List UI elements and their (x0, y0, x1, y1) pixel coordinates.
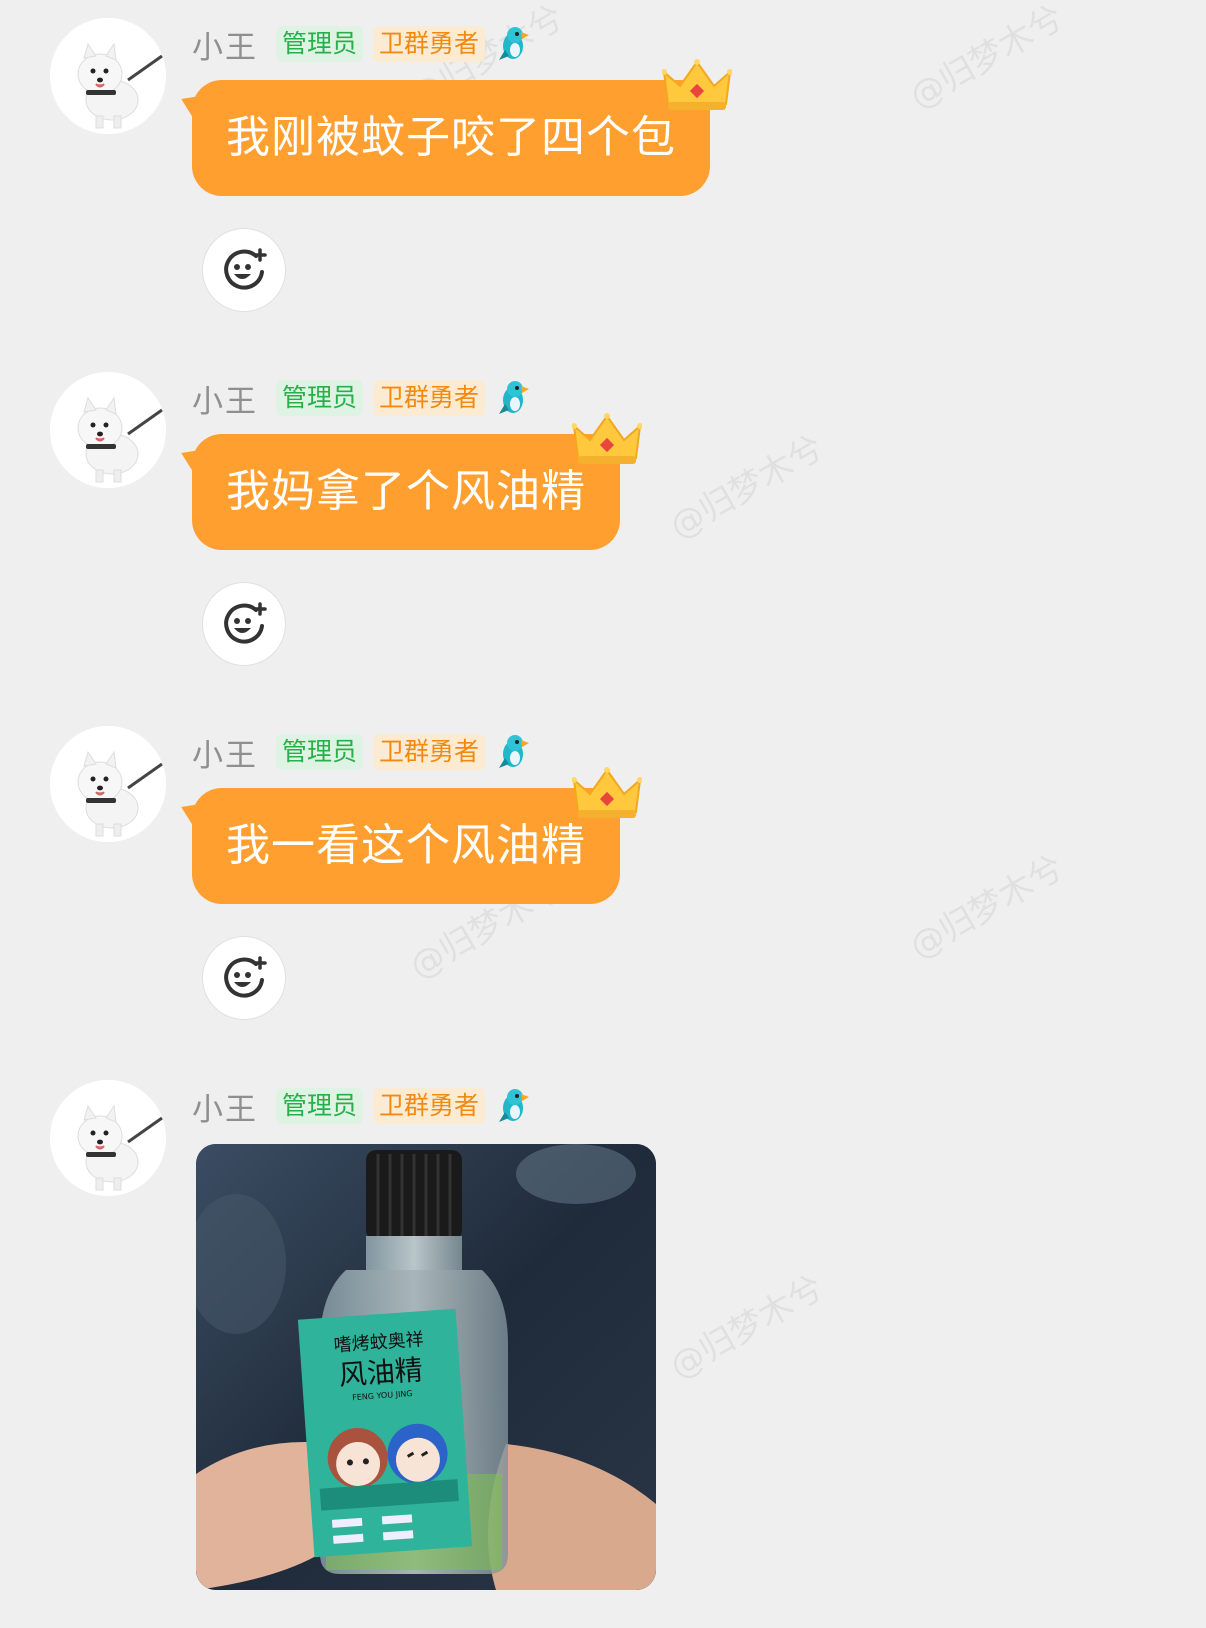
add-reaction-button[interactable] (202, 582, 286, 666)
samoyed-dog-avatar-icon (50, 726, 166, 842)
watermark: @归梦木兮 (903, 847, 1071, 968)
parrot-icon (499, 1089, 530, 1122)
avatar[interactable] (50, 372, 166, 488)
message-text: 我一看这个风油精 (226, 820, 586, 871)
samoyed-dog-avatar-icon (50, 18, 166, 134)
message-bubble[interactable]: 我妈拿了个风油精 (192, 413, 642, 550)
crown-icon (662, 59, 732, 110)
hero-badge: 卫群勇者 (373, 1088, 486, 1124)
crown-icon (572, 413, 642, 464)
add-reaction-button[interactable] (202, 936, 286, 1020)
avatar[interactable] (50, 18, 166, 134)
admin-badge: 管理员 (276, 734, 364, 770)
watermark: @归梦木兮 (663, 1267, 831, 1388)
hero-badge: 卫群勇者 (373, 380, 486, 416)
hero-badge: 卫群勇者 (373, 734, 486, 770)
sender-name[interactable]: 小王 (192, 1084, 258, 1129)
hero-badge: 卫群勇者 (373, 26, 486, 62)
crown-icon (572, 767, 642, 818)
image-message[interactable]: 嗜烤蚊奥祥 风油精 FENG YOU JING (196, 1144, 656, 1590)
add-emoji-icon (224, 956, 267, 998)
watermark: @归梦木兮 (903, 0, 1071, 118)
sender-info: 小王 管理员 卫群勇者 (192, 22, 533, 67)
samoyed-dog-avatar-icon (50, 372, 166, 488)
sender-name[interactable]: 小王 (192, 22, 258, 67)
watermark: @归梦木兮 (663, 427, 831, 548)
admin-badge: 管理员 (276, 26, 364, 62)
admin-badge: 管理员 (276, 380, 364, 416)
message-text: 我刚被蚊子咬了四个包 (226, 112, 676, 163)
parrot-icon (499, 735, 530, 768)
parrot-icon (499, 381, 530, 414)
avatar[interactable] (50, 1080, 166, 1196)
message-bubble[interactable]: 我一看这个风油精 (192, 767, 642, 904)
admin-badge: 管理员 (276, 1088, 364, 1124)
message-text: 我妈拿了个风油精 (226, 466, 586, 517)
oil-bottle-photo: 嗜烤蚊奥祥 风油精 FENG YOU JING (196, 1144, 656, 1590)
sender-name[interactable]: 小王 (192, 376, 258, 421)
avatar[interactable] (50, 726, 166, 842)
sender-info: 小王 管理员 卫群勇者 (192, 1084, 533, 1129)
parrot-icon (499, 27, 530, 60)
sender-info: 小王 管理员 卫群勇者 (192, 376, 533, 421)
samoyed-dog-avatar-icon (50, 1080, 166, 1196)
add-emoji-icon (224, 602, 267, 644)
sender-name[interactable]: 小王 (192, 730, 258, 775)
photo-label-line2: 风油精 (338, 1353, 424, 1392)
sender-info: 小王 管理员 卫群勇者 (192, 730, 533, 775)
message-bubble[interactable]: 我刚被蚊子咬了四个包 (192, 59, 732, 196)
add-reaction-button[interactable] (202, 228, 286, 312)
add-emoji-icon (224, 248, 267, 290)
